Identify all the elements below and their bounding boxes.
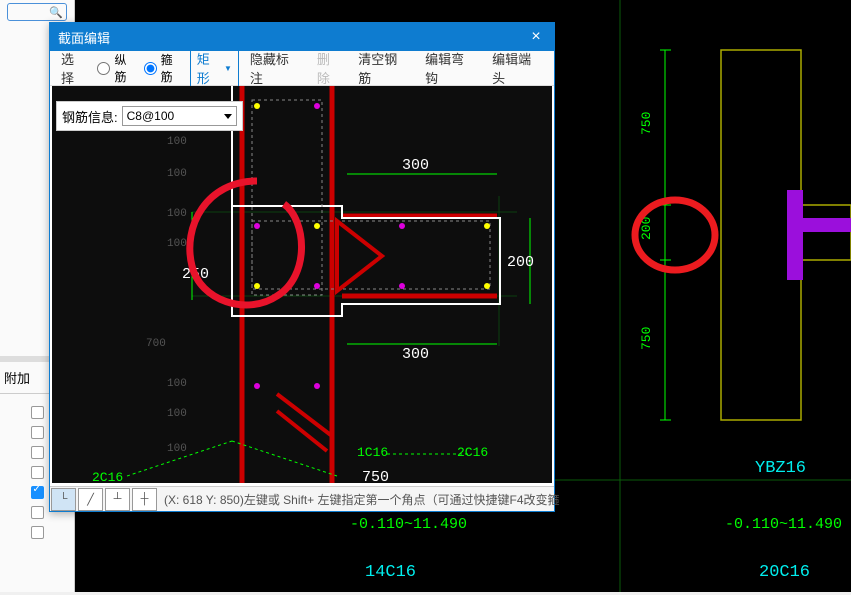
edit-end-button[interactable]: 编辑端头 <box>487 47 548 89</box>
status-text: (X: 618 Y: 850)左键或 Shift+ 左键指定第一个角点（可通过快… <box>164 491 560 508</box>
rebar-info-input[interactable] <box>122 106 237 126</box>
right-count: 20C16 <box>759 563 810 582</box>
hide-annot-button[interactable]: 隐藏标注 <box>245 47 306 89</box>
checkbox-5[interactable] <box>31 506 44 519</box>
dim-bot-right: 750 <box>639 327 654 350</box>
close-icon[interactable]: × <box>526 28 546 46</box>
left-range: -0.110~11.490 <box>350 516 467 533</box>
dim-top-right: 750 <box>639 112 654 135</box>
dialog-canvas[interactable]: 300 200 250 300 750 100 100 100 100 700 … <box>52 86 552 483</box>
section-edit-dialog: 截面编辑 × 选择 纵筋 箍筋 矩形▼ 隐藏标注 删除 清空钢筋 编辑弯钩 编辑… <box>49 22 555 512</box>
radio-hoop[interactable]: 箍筋 <box>144 51 184 85</box>
statust: └ ╱ ┴ ┼ (X: 618 Y: 850)左键或 Shift+ 左键指定第一… <box>50 486 554 511</box>
hand-circle-dialog <box>190 181 302 305</box>
svg-text:100: 100 <box>167 443 187 455</box>
checkbox-6[interactable] <box>31 526 44 539</box>
snap-btn-3[interactable]: ┴ <box>105 488 130 511</box>
snap-btn-4[interactable]: ┼ <box>132 488 157 511</box>
toolbar: 选择 纵筋 箍筋 矩形▼ 隐藏标注 删除 清空钢筋 编辑弯钩 编辑端头 <box>50 51 554 86</box>
rebar-mid: 1C16 <box>357 445 388 460</box>
svg-text:100: 100 <box>167 208 187 220</box>
rebar-info-row: 钢筋信息: <box>56 101 243 131</box>
checkbox-0[interactable] <box>31 406 44 419</box>
search-icon: 🔍 <box>49 6 63 19</box>
rebar-right: 2C16 <box>457 445 488 460</box>
snap-btn-1[interactable]: └ <box>51 488 76 511</box>
dialog-title: 截面编辑 <box>58 28 110 47</box>
rebar-info-label: 钢筋信息: <box>62 107 118 126</box>
select-button[interactable]: 选择 <box>56 47 91 89</box>
clear-bar-button[interactable]: 清空钢筋 <box>353 47 414 89</box>
chevron-down-icon: ▼ <box>224 64 232 73</box>
dim-top: 300 <box>402 157 429 174</box>
svg-text:100: 100 <box>167 378 187 390</box>
delete-button[interactable]: 删除 <box>312 47 347 89</box>
dim-750: 750 <box>362 469 389 483</box>
rect-dropdown[interactable]: 矩形▼ <box>190 47 239 89</box>
left-label: 14C16 <box>365 563 416 582</box>
svg-text:100: 100 <box>167 408 187 420</box>
svg-text:100: 100 <box>167 168 187 180</box>
svg-text:700: 700 <box>146 338 166 350</box>
checkbox-2[interactable] <box>31 446 44 459</box>
checkbox-3[interactable] <box>31 466 44 479</box>
ybz-label: YBZ16 <box>755 459 806 478</box>
search-box[interactable]: 🔍 <box>7 3 67 21</box>
dim-bot: 300 <box>402 346 429 363</box>
dim-right: 200 <box>507 254 534 271</box>
checkbox-4[interactable] <box>31 486 44 499</box>
svg-text:100: 100 <box>167 136 187 148</box>
rebar-left: 2C16 <box>92 470 123 483</box>
radio-longitudinal[interactable]: 纵筋 <box>97 51 137 85</box>
right-range: -0.110~11.490 <box>725 516 842 533</box>
snap-btn-2[interactable]: ╱ <box>78 488 103 511</box>
svg-text:100: 100 <box>167 238 187 250</box>
checkbox-1[interactable] <box>31 426 44 439</box>
edit-hook-button[interactable]: 编辑弯钩 <box>420 47 481 89</box>
